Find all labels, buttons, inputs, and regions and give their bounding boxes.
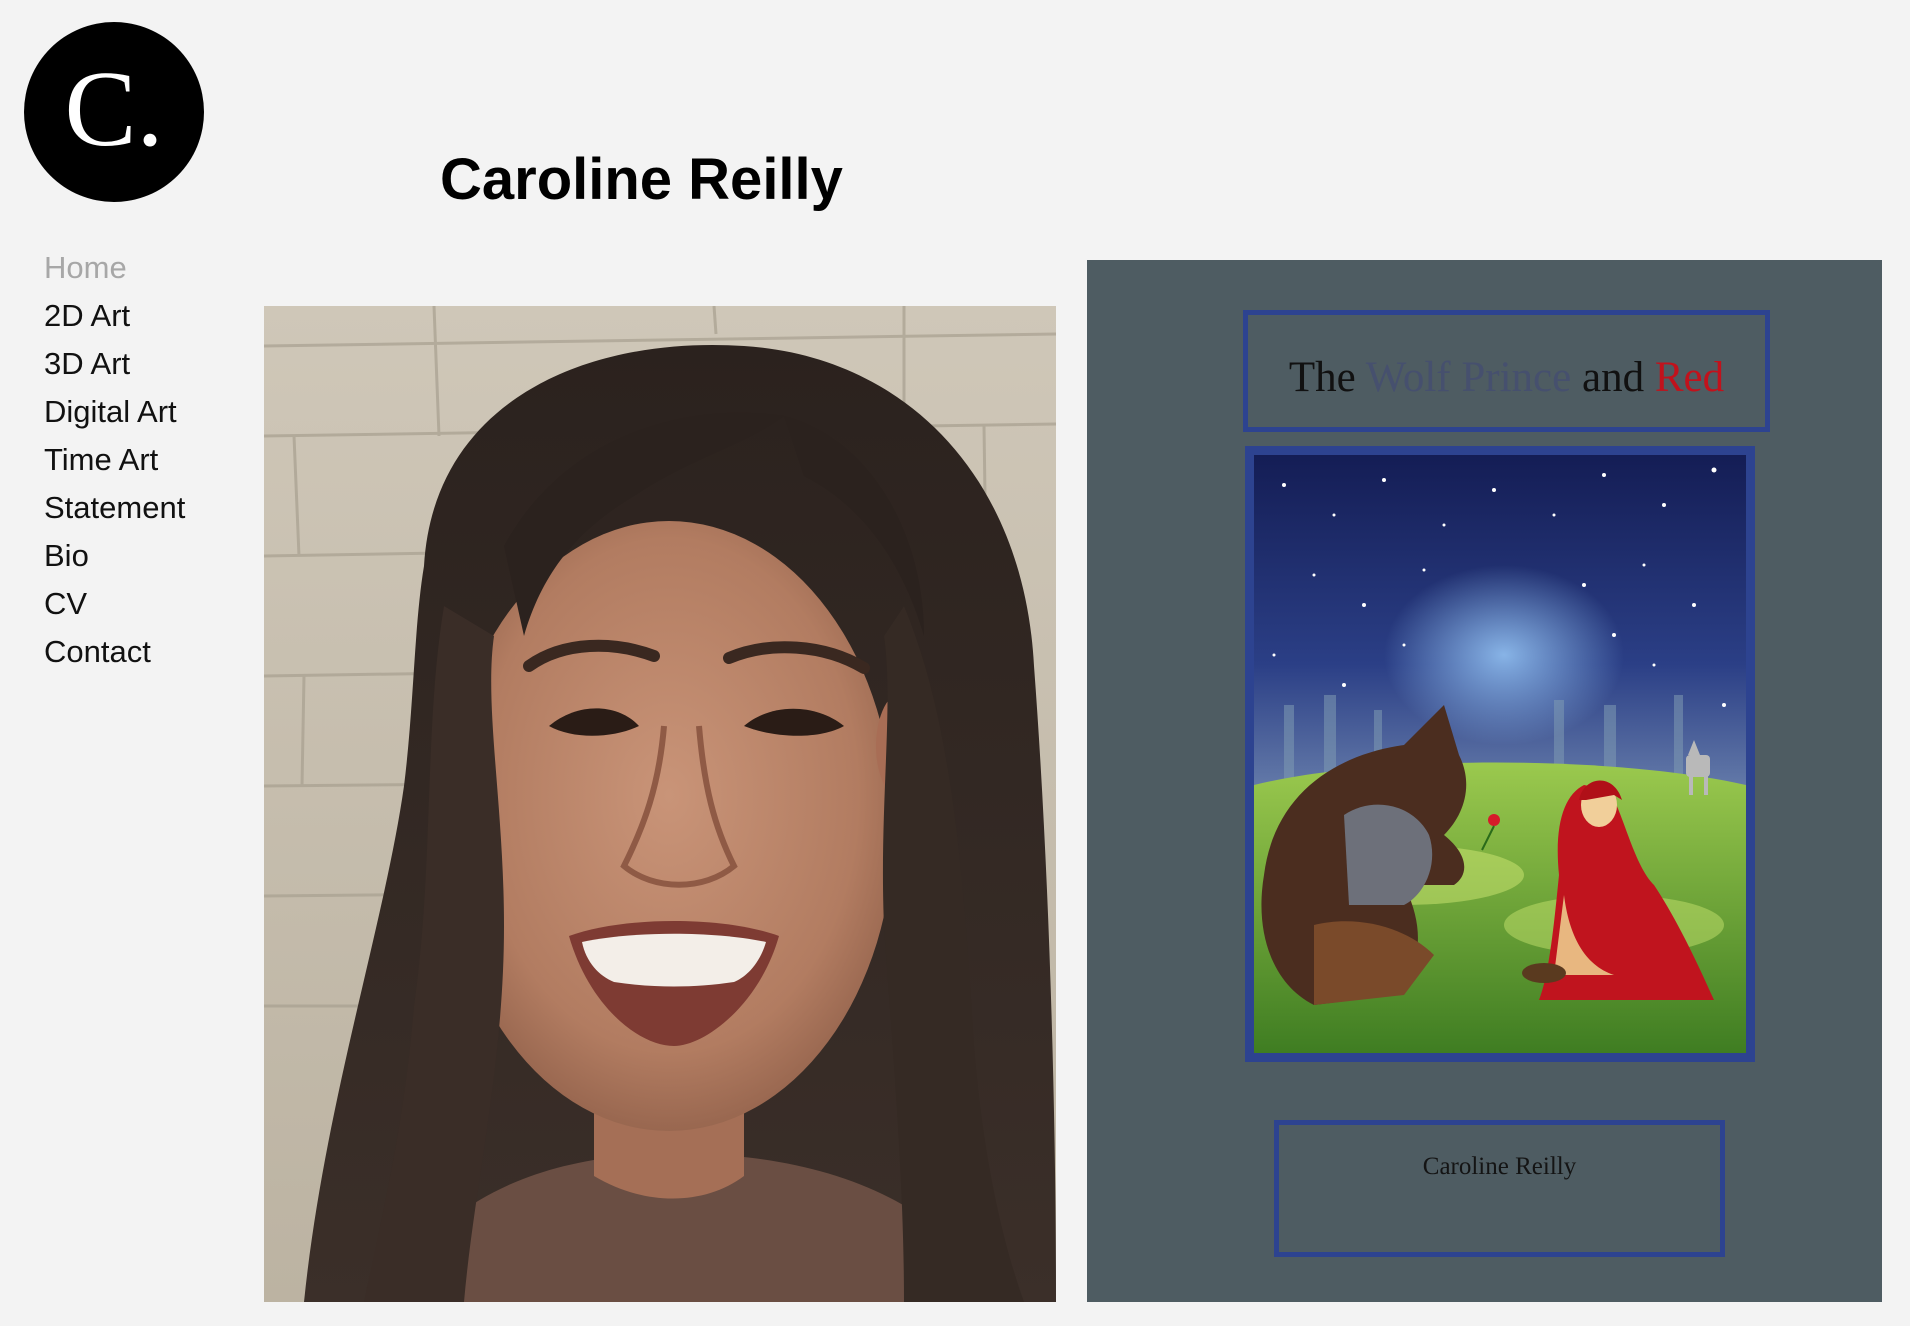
- portrait-illustration: [264, 306, 1056, 1302]
- nav-item-statement[interactable]: Statement: [44, 488, 185, 536]
- cover-title-word: and: [1581, 353, 1645, 401]
- nav-item-time-art[interactable]: Time Art: [44, 440, 185, 488]
- book-cover-image: The Wolf Prince and Red Caroline Reilly: [1087, 260, 1882, 1302]
- cover-illustration-frame: [1245, 446, 1755, 1062]
- logo-letter: C.: [64, 50, 164, 169]
- nav-item-bio[interactable]: Bio: [44, 536, 185, 584]
- cover-title-word: Red: [1654, 353, 1725, 401]
- site-logo[interactable]: C.: [24, 22, 204, 202]
- cover-author-frame: Caroline Reilly: [1274, 1120, 1725, 1257]
- cover-illustration: [1254, 455, 1746, 1053]
- nav-item-cv[interactable]: CV: [44, 584, 185, 632]
- cover-title-frame: The Wolf Prince and Red: [1243, 310, 1770, 432]
- nav-item-2d-art[interactable]: 2D Art: [44, 296, 185, 344]
- nav-item-contact[interactable]: Contact: [44, 632, 185, 680]
- cover-title-word: Wolf Prince: [1365, 353, 1572, 401]
- cover-title-word: The: [1288, 353, 1356, 401]
- portrait-photo: [264, 306, 1056, 1302]
- nav-item-digital-art[interactable]: Digital Art: [44, 392, 185, 440]
- nav-item-home[interactable]: Home: [44, 248, 185, 296]
- cover-title: The Wolf Prince and Red: [1289, 353, 1724, 402]
- main-nav: Home 2D Art 3D Art Digital Art Time Art …: [44, 248, 185, 680]
- site-title[interactable]: Caroline Reilly: [440, 146, 843, 213]
- nav-item-3d-art[interactable]: 3D Art: [44, 344, 185, 392]
- cover-author: Caroline Reilly: [1422, 1153, 1577, 1180]
